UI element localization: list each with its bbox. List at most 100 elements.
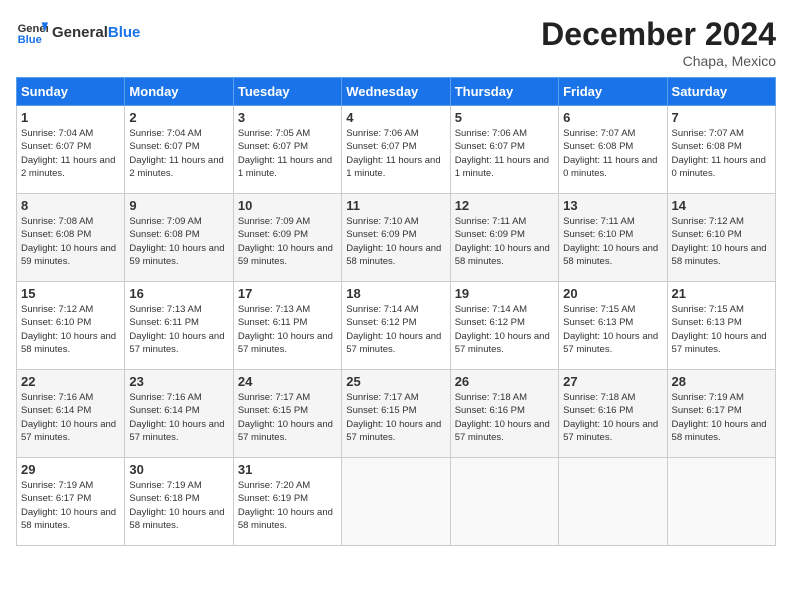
calendar-cell: 27 Sunrise: 7:18 AM Sunset: 6:16 PM Dayl…	[559, 370, 667, 458]
calendar-cell: 17 Sunrise: 7:13 AM Sunset: 6:11 PM Dayl…	[233, 282, 341, 370]
day-info: Sunrise: 7:13 AM Sunset: 6:11 PM Dayligh…	[238, 303, 337, 356]
day-header-monday: Monday	[125, 78, 233, 106]
day-info: Sunrise: 7:10 AM Sunset: 6:09 PM Dayligh…	[346, 215, 445, 268]
day-number: 9	[129, 198, 228, 213]
svg-text:Blue: Blue	[18, 34, 42, 46]
calendar-cell: 2 Sunrise: 7:04 AM Sunset: 6:07 PM Dayli…	[125, 106, 233, 194]
calendar-cell: 16 Sunrise: 7:13 AM Sunset: 6:11 PM Dayl…	[125, 282, 233, 370]
calendar-cell	[559, 458, 667, 546]
calendar-cell: 3 Sunrise: 7:05 AM Sunset: 6:07 PM Dayli…	[233, 106, 341, 194]
day-info: Sunrise: 7:12 AM Sunset: 6:10 PM Dayligh…	[21, 303, 120, 356]
logo-text: GeneralBlue	[52, 24, 140, 41]
calendar-week-row: 8 Sunrise: 7:08 AM Sunset: 6:08 PM Dayli…	[17, 194, 776, 282]
calendar-week-row: 29 Sunrise: 7:19 AM Sunset: 6:17 PM Dayl…	[17, 458, 776, 546]
day-number: 1	[21, 110, 120, 125]
day-number: 17	[238, 286, 337, 301]
calendar-cell: 26 Sunrise: 7:18 AM Sunset: 6:16 PM Dayl…	[450, 370, 558, 458]
day-info: Sunrise: 7:12 AM Sunset: 6:10 PM Dayligh…	[672, 215, 771, 268]
calendar-cell: 24 Sunrise: 7:17 AM Sunset: 6:15 PM Dayl…	[233, 370, 341, 458]
day-number: 27	[563, 374, 662, 389]
day-number: 29	[21, 462, 120, 477]
calendar-cell: 19 Sunrise: 7:14 AM Sunset: 6:12 PM Dayl…	[450, 282, 558, 370]
calendar-week-row: 15 Sunrise: 7:12 AM Sunset: 6:10 PM Dayl…	[17, 282, 776, 370]
day-number: 5	[455, 110, 554, 125]
day-number: 26	[455, 374, 554, 389]
day-number: 28	[672, 374, 771, 389]
logo: General Blue GeneralBlue	[16, 16, 140, 48]
calendar-cell: 31 Sunrise: 7:20 AM Sunset: 6:19 PM Dayl…	[233, 458, 341, 546]
day-number: 23	[129, 374, 228, 389]
calendar-cell: 13 Sunrise: 7:11 AM Sunset: 6:10 PM Dayl…	[559, 194, 667, 282]
day-number: 20	[563, 286, 662, 301]
calendar-cell: 11 Sunrise: 7:10 AM Sunset: 6:09 PM Dayl…	[342, 194, 450, 282]
day-number: 19	[455, 286, 554, 301]
day-number: 8	[21, 198, 120, 213]
calendar-cell: 5 Sunrise: 7:06 AM Sunset: 6:07 PM Dayli…	[450, 106, 558, 194]
day-number: 21	[672, 286, 771, 301]
day-info: Sunrise: 7:11 AM Sunset: 6:10 PM Dayligh…	[563, 215, 662, 268]
calendar-cell: 15 Sunrise: 7:12 AM Sunset: 6:10 PM Dayl…	[17, 282, 125, 370]
day-number: 18	[346, 286, 445, 301]
calendar-cell	[450, 458, 558, 546]
calendar-week-row: 22 Sunrise: 7:16 AM Sunset: 6:14 PM Dayl…	[17, 370, 776, 458]
calendar-cell: 6 Sunrise: 7:07 AM Sunset: 6:08 PM Dayli…	[559, 106, 667, 194]
day-info: Sunrise: 7:07 AM Sunset: 6:08 PM Dayligh…	[563, 127, 662, 180]
day-info: Sunrise: 7:19 AM Sunset: 6:18 PM Dayligh…	[129, 479, 228, 532]
calendar-cell	[342, 458, 450, 546]
day-number: 22	[21, 374, 120, 389]
calendar-week-row: 1 Sunrise: 7:04 AM Sunset: 6:07 PM Dayli…	[17, 106, 776, 194]
day-header-friday: Friday	[559, 78, 667, 106]
location: Chapa, Mexico	[541, 53, 776, 69]
day-number: 25	[346, 374, 445, 389]
calendar-cell: 14 Sunrise: 7:12 AM Sunset: 6:10 PM Dayl…	[667, 194, 775, 282]
calendar-cell	[667, 458, 775, 546]
day-header-saturday: Saturday	[667, 78, 775, 106]
day-info: Sunrise: 7:13 AM Sunset: 6:11 PM Dayligh…	[129, 303, 228, 356]
calendar-cell: 10 Sunrise: 7:09 AM Sunset: 6:09 PM Dayl…	[233, 194, 341, 282]
day-number: 4	[346, 110, 445, 125]
calendar-cell: 21 Sunrise: 7:15 AM Sunset: 6:13 PM Dayl…	[667, 282, 775, 370]
calendar-cell: 25 Sunrise: 7:17 AM Sunset: 6:15 PM Dayl…	[342, 370, 450, 458]
day-header-tuesday: Tuesday	[233, 78, 341, 106]
day-info: Sunrise: 7:14 AM Sunset: 6:12 PM Dayligh…	[346, 303, 445, 356]
title-block: December 2024 Chapa, Mexico	[541, 16, 776, 69]
calendar-cell: 29 Sunrise: 7:19 AM Sunset: 6:17 PM Dayl…	[17, 458, 125, 546]
calendar-cell: 18 Sunrise: 7:14 AM Sunset: 6:12 PM Dayl…	[342, 282, 450, 370]
calendar-cell: 4 Sunrise: 7:06 AM Sunset: 6:07 PM Dayli…	[342, 106, 450, 194]
day-info: Sunrise: 7:17 AM Sunset: 6:15 PM Dayligh…	[238, 391, 337, 444]
calendar-cell: 22 Sunrise: 7:16 AM Sunset: 6:14 PM Dayl…	[17, 370, 125, 458]
day-info: Sunrise: 7:16 AM Sunset: 6:14 PM Dayligh…	[21, 391, 120, 444]
day-info: Sunrise: 7:20 AM Sunset: 6:19 PM Dayligh…	[238, 479, 337, 532]
day-info: Sunrise: 7:19 AM Sunset: 6:17 PM Dayligh…	[672, 391, 771, 444]
day-number: 12	[455, 198, 554, 213]
calendar-cell: 23 Sunrise: 7:16 AM Sunset: 6:14 PM Dayl…	[125, 370, 233, 458]
day-number: 24	[238, 374, 337, 389]
calendar-cell: 8 Sunrise: 7:08 AM Sunset: 6:08 PM Dayli…	[17, 194, 125, 282]
day-number: 3	[238, 110, 337, 125]
day-info: Sunrise: 7:06 AM Sunset: 6:07 PM Dayligh…	[346, 127, 445, 180]
day-number: 30	[129, 462, 228, 477]
day-number: 14	[672, 198, 771, 213]
day-number: 13	[563, 198, 662, 213]
calendar-header-row: SundayMondayTuesdayWednesdayThursdayFrid…	[17, 78, 776, 106]
day-info: Sunrise: 7:18 AM Sunset: 6:16 PM Dayligh…	[455, 391, 554, 444]
day-info: Sunrise: 7:15 AM Sunset: 6:13 PM Dayligh…	[563, 303, 662, 356]
day-header-thursday: Thursday	[450, 78, 558, 106]
calendar-cell: 30 Sunrise: 7:19 AM Sunset: 6:18 PM Dayl…	[125, 458, 233, 546]
day-number: 11	[346, 198, 445, 213]
month-title: December 2024	[541, 16, 776, 53]
day-info: Sunrise: 7:04 AM Sunset: 6:07 PM Dayligh…	[129, 127, 228, 180]
day-info: Sunrise: 7:04 AM Sunset: 6:07 PM Dayligh…	[21, 127, 120, 180]
calendar-cell: 20 Sunrise: 7:15 AM Sunset: 6:13 PM Dayl…	[559, 282, 667, 370]
logo-icon: General Blue	[16, 16, 48, 48]
day-info: Sunrise: 7:09 AM Sunset: 6:09 PM Dayligh…	[238, 215, 337, 268]
day-info: Sunrise: 7:06 AM Sunset: 6:07 PM Dayligh…	[455, 127, 554, 180]
day-number: 16	[129, 286, 228, 301]
day-info: Sunrise: 7:09 AM Sunset: 6:08 PM Dayligh…	[129, 215, 228, 268]
calendar-cell: 9 Sunrise: 7:09 AM Sunset: 6:08 PM Dayli…	[125, 194, 233, 282]
day-number: 2	[129, 110, 228, 125]
day-number: 6	[563, 110, 662, 125]
day-number: 7	[672, 110, 771, 125]
calendar-cell: 1 Sunrise: 7:04 AM Sunset: 6:07 PM Dayli…	[17, 106, 125, 194]
day-info: Sunrise: 7:15 AM Sunset: 6:13 PM Dayligh…	[672, 303, 771, 356]
